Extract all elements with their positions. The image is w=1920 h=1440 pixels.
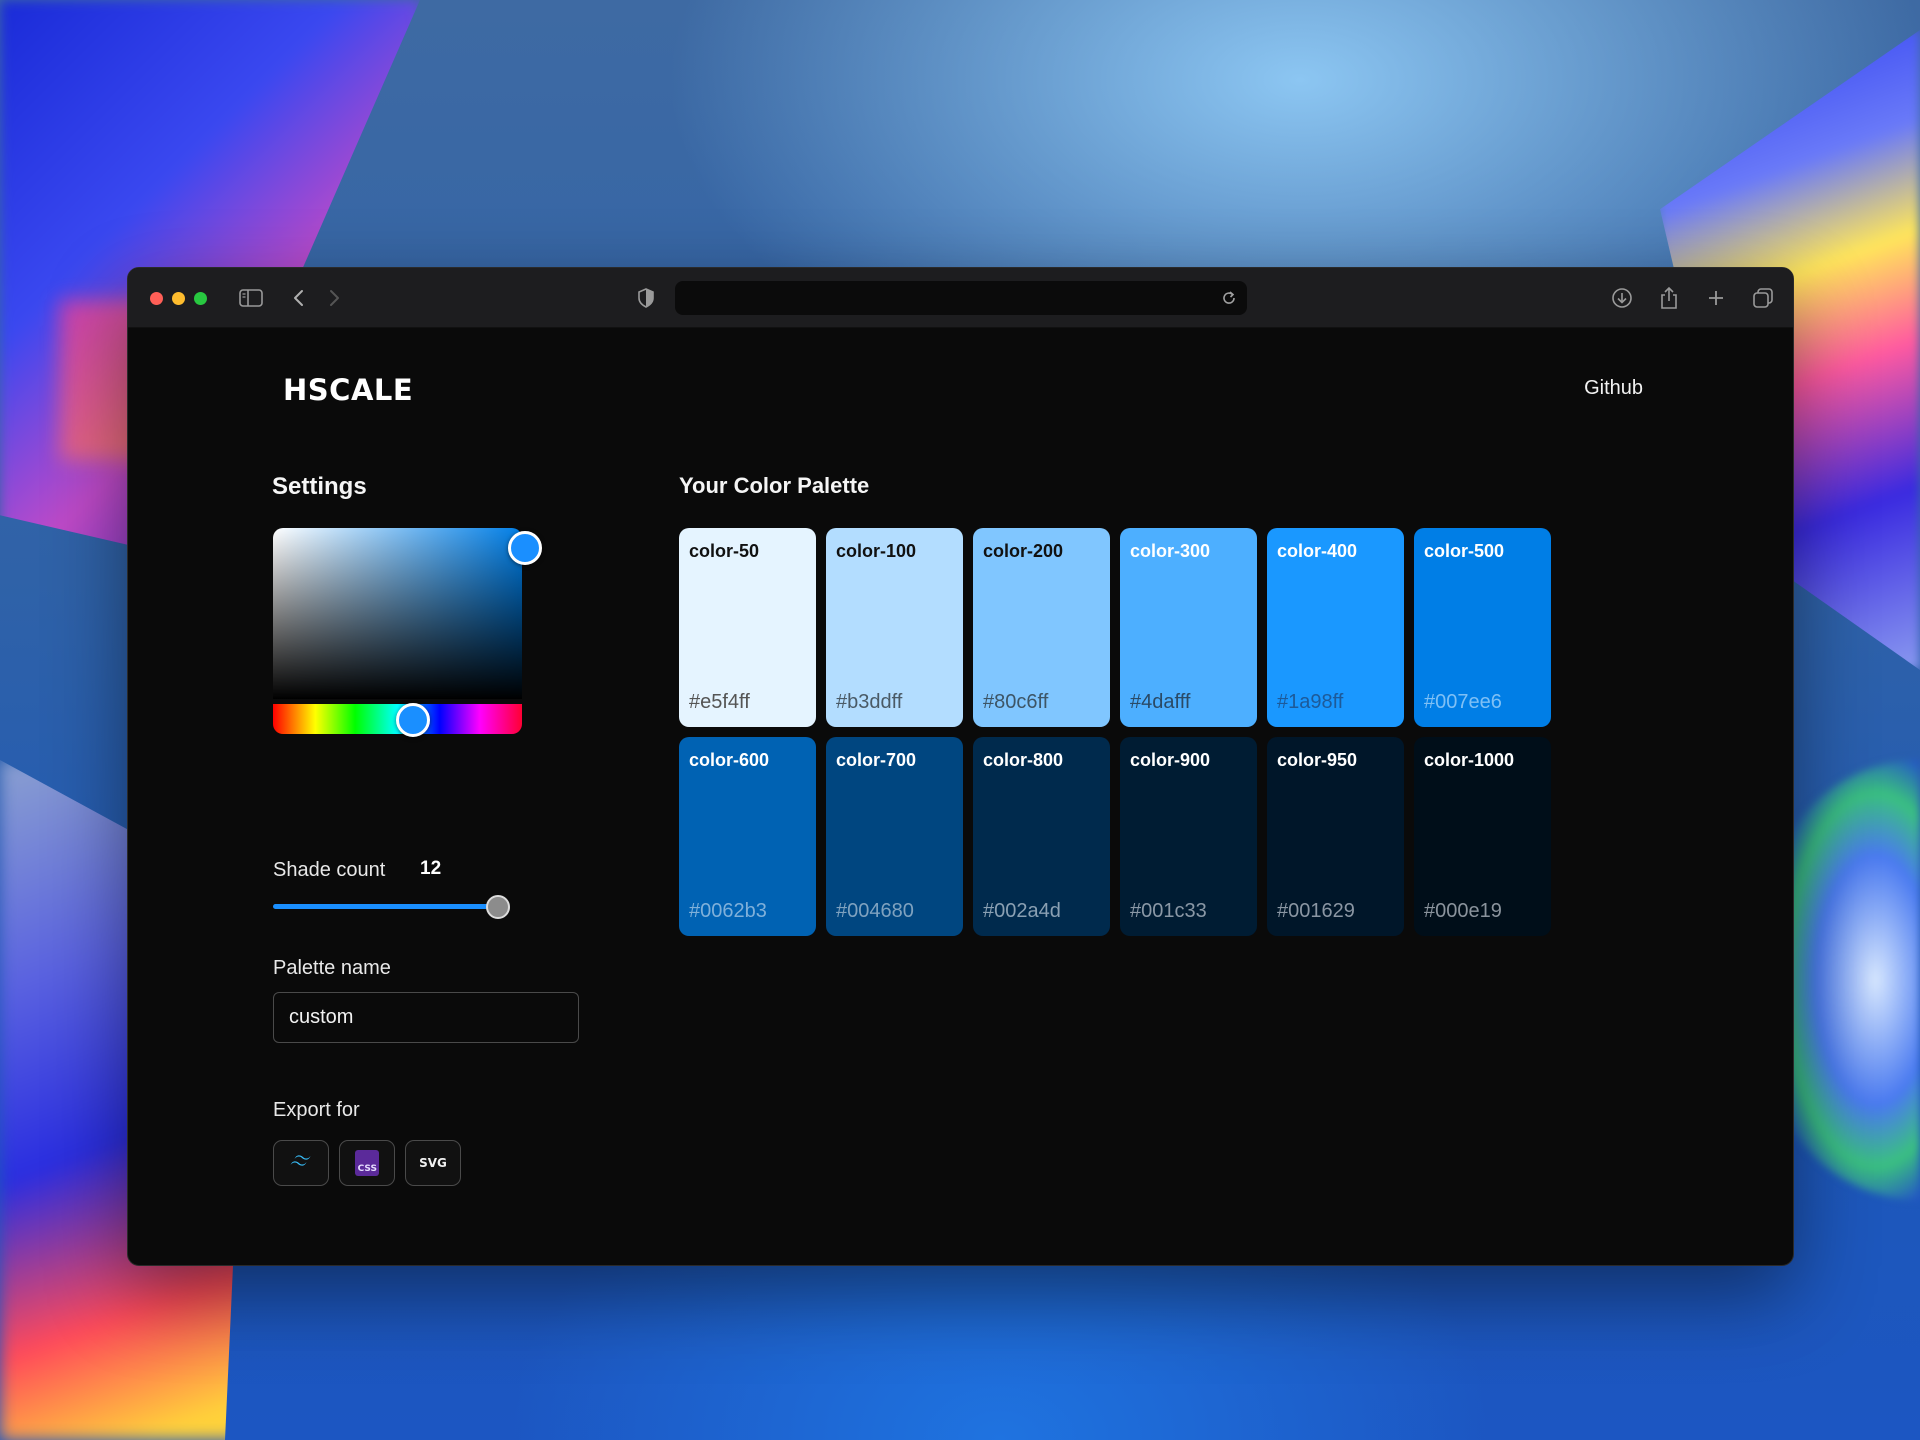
close-window-button[interactable] [150, 292, 163, 305]
app-logo[interactable]: HSCALE [283, 373, 413, 407]
swatch-hex: #007ee6 [1424, 691, 1502, 713]
shade-count-value: 12 [420, 858, 442, 879]
swatch-name: color-300 [1130, 541, 1211, 561]
browser-window: HSCALE Github Settings Shade count 12 Pa… [127, 267, 1794, 1266]
swatch-hex: #002a4d [983, 900, 1061, 922]
shade-count-label: Shade count [273, 859, 386, 881]
sidebar-toggle-icon[interactable] [238, 286, 264, 310]
maximize-window-button[interactable] [194, 292, 207, 305]
color-swatch[interactable]: color-700 #004680 [826, 737, 963, 936]
swatch-name: color-1000 [1424, 750, 1515, 770]
svg-icon: SVG [419, 1156, 447, 1170]
palette-name-label: Palette name [273, 957, 391, 979]
shade-count-slider[interactable] [273, 904, 501, 909]
reload-icon[interactable] [1219, 288, 1239, 308]
address-bar[interactable] [675, 281, 1247, 315]
swatch-hex: #b3ddff [836, 691, 903, 713]
palette-heading: Your Color Palette [679, 473, 870, 498]
color-swatch[interactable]: color-300 #4dafff [1120, 528, 1257, 727]
palette-name-input[interactable] [273, 992, 579, 1043]
tailwind-icon [288, 1153, 314, 1173]
swatch-name: color-500 [1424, 541, 1505, 561]
swatch-name: color-50 [689, 541, 760, 561]
minimize-window-button[interactable] [172, 292, 185, 305]
shade-count-slider-thumb[interactable] [486, 895, 510, 919]
color-swatch[interactable]: color-900 #001c33 [1120, 737, 1257, 936]
tab-overview-icon[interactable] [1751, 286, 1775, 310]
forward-arrow-icon[interactable] [325, 286, 345, 310]
export-for-label: Export for [273, 1099, 360, 1121]
swatch-name: color-600 [689, 750, 770, 770]
swatch-hex: #004680 [836, 900, 914, 922]
color-swatch[interactable]: color-950 #001629 [1267, 737, 1404, 936]
settings-heading: Settings [272, 473, 367, 500]
swatch-hex: #1a98ff [1277, 691, 1344, 713]
download-icon[interactable] [1609, 286, 1635, 310]
color-swatch[interactable]: color-500 #007ee6 [1414, 528, 1551, 727]
color-swatch[interactable]: color-50 #e5f4ff [679, 528, 816, 727]
swatch-name: color-950 [1277, 750, 1358, 770]
color-swatch[interactable]: color-800 #002a4d [973, 737, 1110, 936]
color-swatch[interactable]: color-600 #0062b3 [679, 737, 816, 936]
export-svg-button[interactable]: SVG [405, 1140, 461, 1186]
saturation-value-picker[interactable] [273, 528, 522, 699]
swatch-name: color-200 [983, 541, 1064, 561]
share-icon[interactable] [1657, 286, 1681, 310]
back-arrow-icon[interactable] [288, 286, 308, 310]
github-link[interactable]: Github [1584, 377, 1643, 400]
swatch-name: color-800 [983, 750, 1064, 770]
swatch-hex: #e5f4ff [689, 691, 750, 713]
swatch-hex: #000e19 [1424, 900, 1502, 922]
color-swatch[interactable]: color-200 #80c6ff [973, 528, 1110, 727]
page-content: HSCALE Github Settings Shade count 12 Pa… [128, 328, 1793, 1265]
swatch-name: color-900 [1130, 750, 1211, 770]
swatch-hex: #80c6ff [983, 691, 1049, 713]
hue-slider-handle[interactable] [396, 703, 430, 737]
swatch-name: color-700 [836, 750, 917, 770]
export-css-button[interactable]: CSS [339, 1140, 395, 1186]
privacy-shield-icon[interactable] [635, 286, 657, 310]
swatch-hex: #001c33 [1130, 900, 1207, 922]
swatch-hex: #4dafff [1130, 691, 1191, 713]
export-tailwind-button[interactable] [273, 1140, 329, 1186]
browser-toolbar [128, 268, 1793, 328]
new-tab-icon[interactable] [1705, 286, 1727, 310]
saturation-value-handle[interactable] [508, 531, 542, 565]
color-swatch[interactable]: color-400 #1a98ff [1267, 528, 1404, 727]
css-icon: CSS [355, 1150, 379, 1176]
swatch-hex: #0062b3 [689, 900, 767, 922]
swatch-name: color-100 [836, 541, 917, 561]
swatch-hex: #001629 [1277, 900, 1355, 922]
swatch-name: color-400 [1277, 541, 1358, 561]
color-swatch[interactable]: color-1000 #000e19 [1414, 737, 1551, 936]
color-swatch[interactable]: color-100 #b3ddff [826, 528, 963, 727]
